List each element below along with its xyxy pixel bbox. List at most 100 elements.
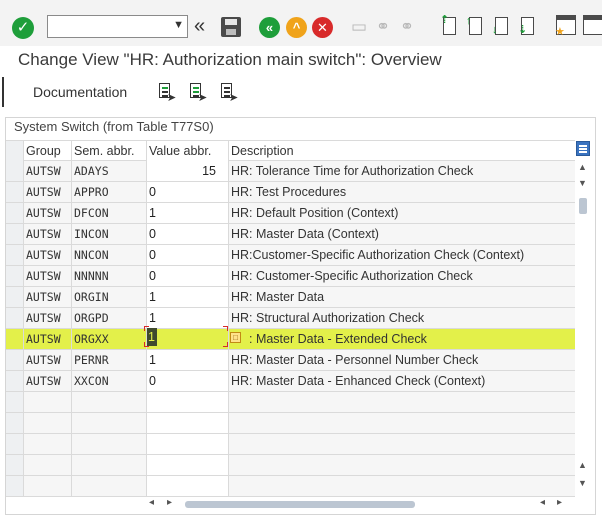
value-input[interactable]: 1: [147, 203, 229, 223]
row-selector[interactable]: [6, 224, 24, 244]
scroll-thumb[interactable]: [579, 198, 587, 214]
cell-group: AUTSW: [24, 182, 72, 202]
cell-group: AUTSW: [24, 224, 72, 244]
table-row[interactable]: AUTSW PERNR 1 HR: Master Data - Personne…: [6, 350, 575, 371]
row-selector[interactable]: [6, 350, 24, 370]
page-up-icon[interactable]: ▲: [578, 460, 587, 470]
cell-description: HR: Test Procedures: [229, 182, 575, 202]
cell-sem-abbr: DFCON: [72, 203, 147, 223]
cell-group: AUTSW: [24, 371, 72, 391]
cell-description: HR: Default Position (Context): [229, 203, 575, 223]
next-page-icon[interactable]: ↓: [492, 15, 510, 37]
row-selector[interactable]: [6, 182, 24, 202]
value-input[interactable]: 15: [147, 161, 229, 181]
cell-description: HR: Master Data - Enhanced Check (Contex…: [229, 371, 575, 391]
cell-group: AUTSW: [24, 161, 72, 181]
header-value-abbr[interactable]: Value abbr.: [147, 141, 229, 161]
scroll-up-icon[interactable]: ▲: [578, 162, 587, 172]
cell-group: AUTSW: [24, 287, 72, 307]
header-description[interactable]: Description: [229, 141, 575, 161]
header-group[interactable]: Group: [24, 141, 72, 161]
column-settings-icon[interactable]: [576, 141, 590, 156]
back-icon[interactable]: «: [259, 17, 280, 38]
deselect-all-icon[interactable]: ➤: [219, 82, 238, 104]
value-input[interactable]: 0: [147, 224, 229, 244]
exit-icon[interactable]: ^: [286, 17, 307, 38]
select-all-icon[interactable]: ➤: [157, 82, 176, 104]
value-input[interactable]: 0: [147, 182, 229, 202]
cell-description: HR: Customer-Specific Authorization Chec…: [229, 266, 575, 286]
focus-corner: [223, 342, 228, 347]
value-input[interactable]: 0: [147, 245, 229, 265]
focus-corner: [144, 342, 149, 347]
value-input[interactable]: 1: [147, 308, 229, 328]
documentation-button[interactable]: Documentation: [33, 84, 127, 100]
cell-group: AUTSW: [24, 329, 72, 349]
empty-row: [6, 392, 575, 413]
cell-description: HR: Tolerance Time for Authorization Che…: [229, 161, 575, 181]
table-row[interactable]: AUTSW ORGIN 1 HR: Master Data: [6, 287, 575, 308]
table-row[interactable]: AUTSW XXCON 0 HR: Master Data - Enhanced…: [6, 371, 575, 392]
row-selector[interactable]: [6, 371, 24, 391]
table-row[interactable]: AUTSW ORGPD 1 HR: Structural Authorizati…: [6, 308, 575, 329]
value-input[interactable]: 0: [147, 371, 229, 391]
empty-row: [6, 413, 575, 434]
star-icon: ★: [555, 26, 565, 38]
value-help-icon[interactable]: □: [230, 332, 241, 343]
scroll-left-end-icon[interactable]: ◂: [540, 497, 545, 508]
page-title: Change View "HR: Authorization main swit…: [18, 50, 442, 69]
select-all-column[interactable]: [6, 141, 24, 161]
empty-row: [6, 434, 575, 455]
value-input[interactable]: 0: [147, 266, 229, 286]
row-selector[interactable]: [6, 266, 24, 286]
empty-row: [6, 476, 575, 497]
customize-layout-icon[interactable]: [583, 15, 602, 35]
scroll-right-end-icon[interactable]: ▸: [557, 497, 562, 508]
row-selector[interactable]: [6, 245, 24, 265]
page-down-icon[interactable]: ▼: [578, 478, 587, 488]
table-row[interactable]: AUTSW NNNNN 0 HR: Customer-Specific Auth…: [6, 266, 575, 287]
table-row[interactable]: AUTSW NNCON 0 HR:Customer-Specific Autho…: [6, 245, 575, 266]
cancel-icon[interactable]: ✕: [312, 17, 333, 38]
row-selector[interactable]: [6, 287, 24, 307]
dropdown-icon[interactable]: ▼: [173, 19, 184, 31]
h-scroll-thumb[interactable]: [185, 501, 415, 508]
cell-description: : Master Data - Extended Check: [229, 329, 575, 349]
table-row[interactable]: AUTSW DFCON 1 HR: Default Position (Cont…: [6, 203, 575, 224]
cell-sem-abbr: XXCON: [72, 371, 147, 391]
horizontal-scrollbar[interactable]: ◂ ▸ ◂ ▸: [145, 497, 575, 511]
scroll-down-icon[interactable]: ▼: [578, 178, 587, 188]
scroll-left-icon[interactable]: ◂: [149, 497, 154, 508]
table-row[interactable]: AUTSW INCON 0 HR: Master Data (Context): [6, 224, 575, 245]
system-toolbar: ✓ ▼ « « ^ ✕ ▭ ⚭ ⚭ ⇡ ↑ ↓ ⇣ ★: [0, 0, 602, 46]
collapse-icon[interactable]: «: [194, 16, 205, 36]
select-block-icon[interactable]: ➤: [188, 82, 207, 104]
row-selector[interactable]: [6, 161, 24, 181]
cell-sem-abbr: ORGIN: [72, 287, 147, 307]
focus-corner: [223, 326, 228, 331]
cell-description: HR:Customer-Specific Authorization Check…: [229, 245, 575, 265]
table-row[interactable]: AUTSW ADAYS 15 HR: Tolerance Time for Au…: [6, 161, 575, 182]
save-icon[interactable]: [221, 17, 241, 37]
table-caption: System Switch (from Table T77S0): [14, 119, 214, 134]
value-input[interactable]: 1: [147, 350, 229, 370]
enter-icon[interactable]: ✓: [12, 17, 34, 39]
table-row-selected[interactable]: AUTSW ORGXX : Master Data - Extended Che…: [6, 329, 575, 350]
first-page-icon[interactable]: ⇡: [440, 15, 458, 37]
row-selector[interactable]: [6, 203, 24, 223]
previous-page-icon[interactable]: ↑: [466, 15, 484, 37]
cell-sem-abbr: NNCON: [72, 245, 147, 265]
empty-row: [6, 455, 575, 476]
row-selector[interactable]: [6, 308, 24, 328]
table-row[interactable]: AUTSW APPRO 0 HR: Test Procedures: [6, 182, 575, 203]
header-sem-abbr[interactable]: Sem. abbr.: [72, 141, 147, 161]
cell-sem-abbr: INCON: [72, 224, 147, 244]
command-field[interactable]: ▼: [47, 15, 188, 38]
row-selector[interactable]: [6, 329, 24, 349]
last-page-icon[interactable]: ⇣: [518, 15, 536, 37]
vertical-scrollbar[interactable]: ▲ ▼ ▲ ▼: [576, 160, 590, 495]
scroll-right-icon[interactable]: ▸: [167, 497, 172, 508]
value-input-focused[interactable]: [147, 329, 229, 349]
value-input[interactable]: 1: [147, 287, 229, 307]
cell-sem-abbr: ADAYS: [72, 161, 147, 181]
